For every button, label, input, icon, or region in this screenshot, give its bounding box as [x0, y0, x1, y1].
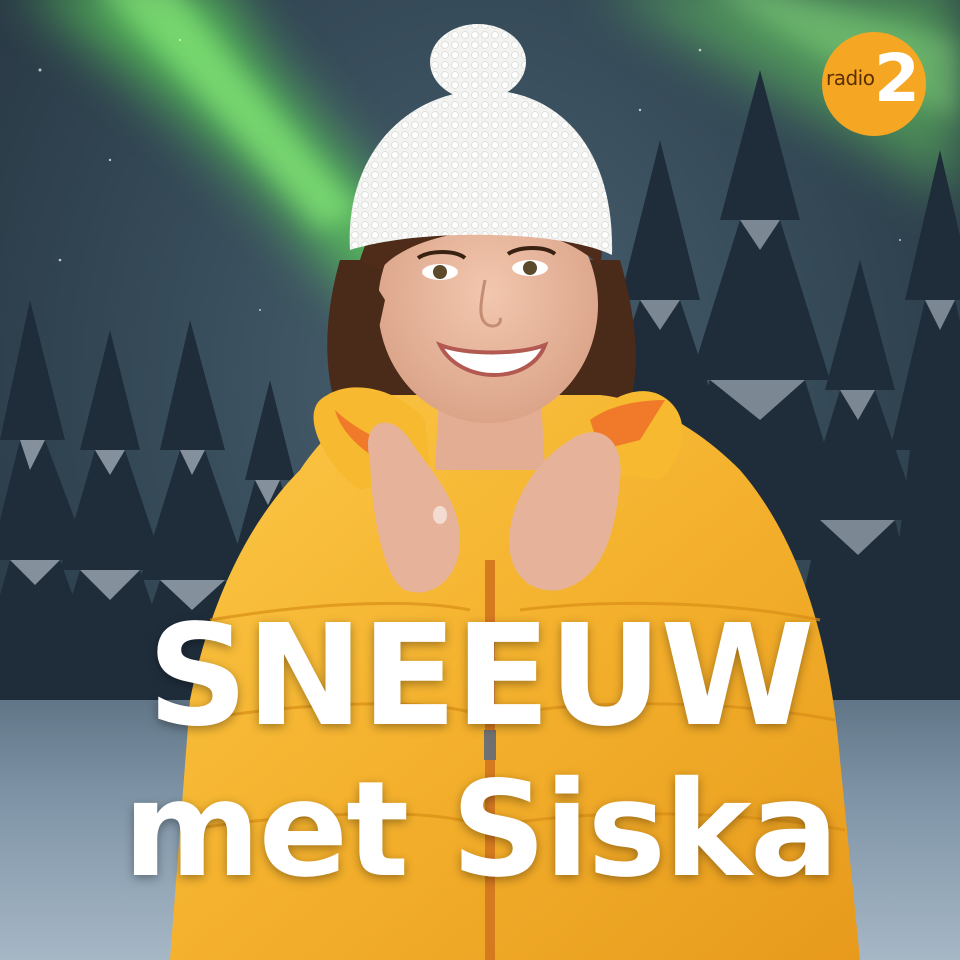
podcast-cover: radio 2 SNEEUW met Siska — [0, 0, 960, 960]
title-line-1: SNEEUW — [147, 595, 814, 758]
logo-number: 2 — [874, 40, 920, 117]
title-line-2: met Siska — [123, 753, 839, 907]
